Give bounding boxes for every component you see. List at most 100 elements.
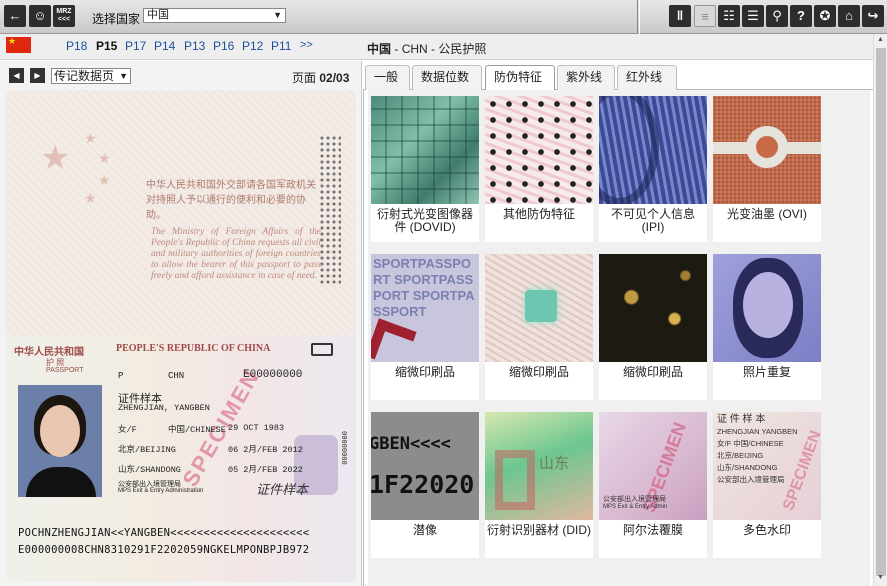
vertical-scrollbar[interactable]: ▲ ▼	[873, 34, 887, 586]
back-arrow-icon[interactable]: ←	[4, 5, 26, 27]
feature-label: 缩微印刷品	[394, 365, 455, 379]
passport-header-en: PEOPLE'S REPUBLIC OF CHINA	[116, 343, 271, 354]
feature-label: 缩微印刷品	[622, 365, 683, 379]
photo-body	[26, 467, 96, 497]
page-link-p14[interactable]: P14	[154, 39, 175, 53]
feature-label: 缩微印刷品	[508, 365, 569, 379]
dovid-thumbnail	[371, 96, 479, 204]
feature-card-latent[interactable]: GBEN<<<< 1F22020 潜像	[371, 412, 479, 558]
feature-grid: 衍射式光变图像器件 (DOVID) 其他防伪特征 不可见个人信息 (IPI) 光…	[368, 90, 870, 586]
dovid-grid-pattern	[371, 96, 479, 204]
badge-icon[interactable]: ✪	[814, 5, 836, 27]
micro2-hologram	[525, 290, 557, 322]
prev-page-icon[interactable]: ◀	[9, 68, 24, 83]
feature-card-micro1[interactable]: SPORTPASSPORT SPORTPASSPORT SPORTPASSPOR…	[371, 254, 479, 400]
page-type-value: 传记数据页	[54, 69, 115, 83]
scroll-down-icon[interactable]: ▼	[877, 574, 884, 581]
feature-card-ovi[interactable]: 光变油墨 (OVI)	[713, 96, 821, 242]
feature-card-alpha[interactable]: SPECIMEN 公安部出入境管理局 MPS Exit & Entry Admi…	[599, 412, 707, 558]
wm-line: ZHENGJIAN YANGBEN	[717, 427, 798, 436]
page-link-next[interactable]: >>	[300, 39, 313, 51]
feature-card-did[interactable]: 山东 衍射识别器材 (DID)	[485, 412, 593, 558]
country-select[interactable]: 中国 ▼	[143, 8, 286, 23]
document-title: 中国 - CHN - 公民护照	[367, 40, 486, 57]
page-link-p12[interactable]: P12	[242, 39, 263, 53]
passport-upper-page: ★ ★ ★ ★ ★ 中华人民共和国外交部请各国军政机关对持照人予以通行的便利和必…	[6, 90, 356, 335]
feature-panel: 衍射式光变图像器件 (DOVID) 其他防伪特征 不可见个人信息 (IPI) 光…	[363, 90, 873, 586]
scrollbar-thumb[interactable]	[876, 48, 886, 576]
ghost-face	[743, 272, 793, 338]
feature-card-dovid[interactable]: 衍射式光变图像器件 (DOVID)	[371, 96, 479, 242]
field-authority-en: MPS Exit & Entry Administration	[118, 488, 204, 494]
page-link-p15[interactable]: P15	[96, 39, 117, 53]
tab-ir[interactable]: 红外线	[617, 65, 677, 90]
help-icon[interactable]: ?	[790, 5, 812, 27]
tab-data-bits[interactable]: 数据位数	[412, 65, 482, 90]
next-page-icon[interactable]: ▶	[30, 68, 45, 83]
page-link-p11[interactable]: P11	[271, 39, 291, 53]
china-flag-icon: ★	[6, 36, 31, 53]
field-pob: 北京/BEIJING	[118, 445, 176, 455]
tab-uv[interactable]: 紫外线	[557, 65, 615, 90]
dots-thumbnail	[485, 96, 593, 204]
feature-card-other[interactable]: 其他防伪特征	[485, 96, 593, 242]
ipi-arc	[599, 96, 659, 204]
feature-card-micro2[interactable]: 缩微印刷品	[485, 254, 593, 400]
field-doi: 06 2月/FEB 2012	[228, 445, 303, 455]
uv-torch-icon[interactable]: ‖	[669, 5, 691, 27]
ghost-thumbnail	[713, 254, 821, 362]
pages-icon[interactable]: ☷	[718, 5, 740, 27]
feature-card-watermark[interactable]: 证 件 样 本 ZHENGJIAN YANGBEN 女/F 中国/CHINESE…	[713, 412, 821, 558]
chevron-down-icon: ▼	[273, 10, 282, 20]
feature-label: 潜像	[412, 523, 437, 537]
country-select-value: 中国	[147, 9, 169, 21]
feature-label: 照片重复	[742, 365, 791, 379]
chip-icon	[311, 343, 333, 356]
feature-card-ghost[interactable]: 照片重复	[713, 254, 821, 400]
mrz-icon[interactable]: MRZ <<<	[53, 5, 75, 27]
person-id-icon[interactable]: ☺	[29, 5, 51, 27]
did-text: 山东	[539, 455, 570, 472]
page-link-p16[interactable]: P16	[213, 39, 234, 53]
feature-label: 衍射识别器材 (DID)	[487, 523, 591, 537]
passport-request-cn: 中华人民共和国外交部请各国军政机关对持照人予以通行的便利和必要的协助。	[146, 180, 316, 221]
passport-data-page: 中华人民共和国 PEOPLE'S REPUBLIC OF CHINA 护 照 P…	[6, 335, 356, 582]
page-link-p13[interactable]: P13	[184, 39, 205, 53]
toolbar-divider	[637, 0, 640, 34]
magnifier-icon[interactable]: ⚲	[766, 5, 788, 27]
mrz-line-2: E000000008CHN8310291F2202059NGKELMPONBPJ…	[18, 544, 310, 556]
star-emblem-icon: ★	[84, 190, 97, 206]
ovi-thumbnail	[713, 96, 821, 204]
micro-red-stroke	[371, 318, 417, 362]
field-name-en: ZHENGJIAN, YANGBEN	[118, 403, 210, 413]
document-image-pane: ◀ ▶ 传记数据页 ▼ 页面 02/03 ★ ★ ★ ★ ★ 中华人民共和国外交…	[0, 61, 362, 586]
alpha-line-2: MPS Exit & Entry Admin	[603, 504, 668, 510]
page-counter-value: 02/03	[319, 71, 350, 85]
field-sex: 女/F	[118, 425, 137, 435]
exit-icon[interactable]: ↪	[862, 5, 884, 27]
perforation-pattern	[319, 135, 341, 285]
wm-line: 证 件 样 本	[717, 414, 766, 425]
home-icon[interactable]: ⌂	[838, 5, 860, 27]
page-link-p18[interactable]: P18	[66, 39, 87, 53]
feature-label: 阿尔法覆膜	[622, 523, 683, 537]
page-counter-label: 页面	[292, 71, 317, 85]
feature-label: 其他防伪特征	[502, 207, 575, 221]
star-emblem-icon: ★	[84, 130, 97, 146]
feature-label: 光变油墨 (OVI)	[727, 207, 807, 221]
blank-page-icon[interactable]: ≡	[694, 5, 716, 27]
page-type-select[interactable]: 传记数据页 ▼	[51, 68, 131, 84]
photo-face	[40, 405, 80, 457]
feature-card-micro3[interactable]: 缩微印刷品	[599, 254, 707, 400]
scroll-up-icon[interactable]: ▲	[877, 36, 884, 43]
micro2-thumbnail	[485, 254, 593, 362]
passport-request-en: The Ministry of Foreign Affairs of the P…	[151, 227, 321, 281]
feature-label: 多色水印	[742, 523, 791, 537]
list-icon[interactable]: ☰	[742, 5, 764, 27]
tab-general[interactable]: 一般	[365, 65, 410, 90]
page-link-p17[interactable]: P17	[125, 39, 146, 53]
watermark-thumbnail: 证 件 样 本 ZHENGJIAN YANGBEN 女/F 中国/CHINESE…	[713, 412, 821, 520]
holder-photo	[18, 385, 102, 497]
feature-card-ipi[interactable]: 不可见个人信息 (IPI)	[599, 96, 707, 242]
tab-security-features[interactable]: 防伪特征	[485, 65, 555, 91]
